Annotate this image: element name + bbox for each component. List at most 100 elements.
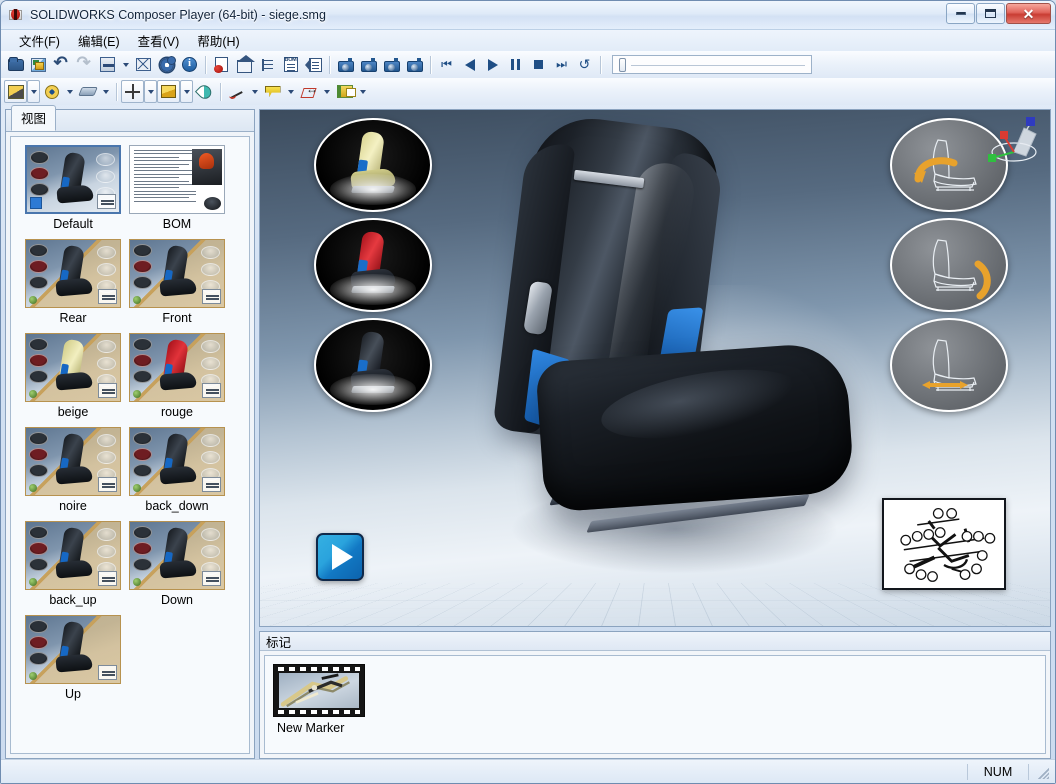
thumb-bom-badge (98, 571, 117, 586)
views-scroll-area[interactable]: Default BOM Rear Front beige rouge noire… (10, 136, 250, 754)
minimize-button[interactable] (946, 3, 975, 24)
home-view-icon[interactable] (233, 53, 256, 76)
marker-thumbnail[interactable] (273, 664, 365, 717)
render-quality-dropdown[interactable] (119, 53, 132, 76)
menu-help[interactable]: 帮助(H) (188, 29, 248, 53)
view-item-noire[interactable]: noire (21, 427, 125, 514)
view-thumbnail[interactable] (25, 333, 121, 402)
assembly-tree-icon[interactable] (256, 53, 279, 76)
settings-gear-icon[interactable] (155, 53, 178, 76)
pan-move-dropdown[interactable] (144, 80, 157, 103)
view-thumbnail[interactable] (25, 521, 121, 590)
publish-pdf-icon[interactable] (210, 53, 233, 76)
view-thumbnail[interactable] (129, 427, 225, 496)
ground-shadow-dropdown[interactable] (99, 80, 112, 103)
measure-dimension-icon[interactable] (297, 80, 320, 103)
views-tab[interactable]: 视图 (11, 105, 57, 131)
step-back-icon[interactable] (458, 53, 481, 76)
paint-drop-icon[interactable] (193, 80, 216, 103)
bom-table-icon[interactable] (279, 53, 302, 76)
thumb-variant-ovals (29, 244, 49, 292)
menu-view[interactable]: 查看(V) (129, 29, 189, 53)
view-thumbnail[interactable] (25, 615, 121, 684)
view-thumbnail[interactable] (129, 239, 225, 308)
view-item-back-up[interactable]: back_up (21, 521, 125, 608)
title-bar[interactable]: SOLIDWORKS Composer Player (64-bit) - si… (1, 1, 1055, 30)
viewport-thumb-beige[interactable] (314, 118, 432, 212)
info-icon[interactable] (178, 53, 201, 76)
thumb-play-marker (29, 296, 37, 304)
marker-label: New Marker (277, 721, 345, 735)
freehand-line-icon[interactable] (225, 80, 248, 103)
lighting-icon[interactable] (4, 80, 27, 103)
pan-move-icon[interactable] (121, 80, 144, 103)
play-overlay-button[interactable] (316, 533, 364, 581)
viewport-thumb-cushion-tilt[interactable] (890, 218, 1008, 312)
view-item-down[interactable]: Down (125, 521, 229, 608)
snapshot-icon[interactable] (334, 53, 357, 76)
view-thumbnail[interactable] (129, 145, 225, 214)
view-label: rouge (161, 405, 193, 419)
play-icon[interactable] (481, 53, 504, 76)
view-thumbnail[interactable] (25, 427, 121, 496)
view-item-up[interactable]: Up (21, 615, 125, 702)
view-item-rear[interactable]: Rear (21, 239, 125, 326)
render-mode-icon[interactable] (40, 80, 63, 103)
view-item-default[interactable]: Default (21, 145, 125, 232)
image-library-icon[interactable] (333, 80, 356, 103)
maximize-button[interactable] (976, 3, 1005, 24)
loop-icon[interactable]: ↺ (573, 53, 596, 76)
view-thumbnail[interactable] (129, 521, 225, 590)
undo-icon[interactable] (50, 53, 73, 76)
view-item-back-down[interactable]: back_down (125, 427, 229, 514)
fit-all-icon[interactable] (132, 53, 155, 76)
marker-item[interactable]: New Marker (273, 664, 369, 753)
view-label: Rear (59, 311, 87, 325)
navigation-axis-gizmo[interactable] (984, 116, 1046, 174)
timeline-slider[interactable] (612, 55, 812, 74)
view-item-front[interactable]: Front (125, 239, 229, 326)
view-item-bom[interactable]: BOM (125, 145, 229, 232)
measure-dimension-dropdown[interactable] (320, 80, 333, 103)
markers-list[interactable]: New Marker (264, 655, 1046, 754)
lighting-dropdown[interactable] (27, 80, 40, 103)
pause-icon[interactable] (504, 53, 527, 76)
viewport-thumb-noire[interactable] (314, 318, 432, 412)
menu-edit[interactable]: 编辑(E) (69, 29, 129, 53)
view-thumbnail[interactable] (25, 239, 121, 308)
step-forward-icon[interactable]: ⏭ (550, 53, 573, 76)
save-as-icon[interactable] (27, 53, 50, 76)
thumb-play-marker (133, 578, 141, 586)
snapshot-next-icon[interactable] (403, 53, 426, 76)
image-library-dropdown[interactable] (356, 80, 369, 103)
callout-label-icon[interactable] (261, 80, 284, 103)
ground-shadow-icon[interactable] (76, 80, 99, 103)
paint-bucket-dropdown[interactable] (180, 80, 193, 103)
view-item-rouge[interactable]: rouge (125, 333, 229, 420)
thumb-variant-ovals (29, 526, 49, 574)
exploded-view-overlay[interactable] (882, 498, 1006, 590)
annotation-panel-icon[interactable] (302, 53, 325, 76)
render-mode-dropdown[interactable] (63, 80, 76, 103)
rewind-start-icon[interactable]: ⏮ (435, 53, 458, 76)
close-button[interactable]: ✕ (1006, 3, 1051, 24)
paint-bucket-icon[interactable] (157, 80, 180, 103)
thumb-bom-badge (98, 289, 117, 304)
menu-file[interactable]: 文件(F) (10, 29, 69, 53)
render-quality-icon[interactable] (96, 53, 119, 76)
freehand-line-dropdown[interactable] (248, 80, 261, 103)
viewport-thumb-slide[interactable] (890, 318, 1008, 412)
view-thumbnail[interactable] (25, 145, 121, 214)
viewport-thumb-rouge[interactable] (314, 218, 432, 312)
view-thumbnail[interactable] (129, 333, 225, 402)
open-folder-icon[interactable] (4, 53, 27, 76)
stop-icon[interactable] (527, 53, 550, 76)
timeline-thumb[interactable] (619, 58, 626, 72)
3d-viewport[interactable] (259, 109, 1051, 627)
snapshot-play-icon[interactable] (357, 53, 380, 76)
snapshot-stop-icon[interactable] (380, 53, 403, 76)
callout-label-dropdown[interactable] (284, 80, 297, 103)
status-bar: NUM (1, 759, 1055, 783)
resize-grip-icon[interactable] (1035, 764, 1049, 779)
view-item-beige[interactable]: beige (21, 333, 125, 420)
